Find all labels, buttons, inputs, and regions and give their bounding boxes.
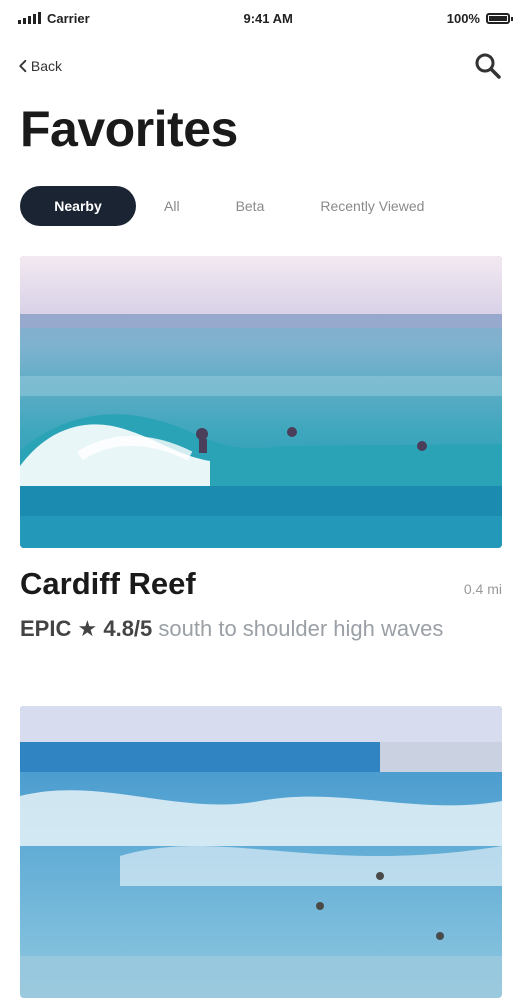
spot-distance: 0.4 mi (463, 581, 502, 597)
signal-icon (18, 12, 41, 24)
spot-photo[interactable] (20, 256, 502, 548)
filter-chip-recently-viewed[interactable]: Recently Viewed (292, 186, 452, 226)
chevron-left-icon (19, 59, 27, 73)
spot-score: 4.8/5 (103, 616, 153, 641)
battery-icon (485, 12, 513, 24)
battery-percent: 100% (446, 10, 480, 26)
battery-fill (488, 15, 507, 21)
back-button[interactable]: Back (18, 52, 62, 80)
top-nav: Back (0, 44, 528, 88)
status-bar: Carrier 9:41 AM 100% (0, 0, 528, 36)
status-right: 100% (446, 10, 513, 26)
spot-card[interactable] (20, 706, 502, 998)
spot-name[interactable]: Cardiff Reef (20, 566, 196, 602)
spot-card[interactable]: Cardiff Reef 0.4 mi EPIC ★ 4.8/5 south t… (20, 256, 502, 646)
filter-chip-beta[interactable]: Beta (208, 186, 293, 226)
surf-photo-image (20, 256, 502, 548)
search-icon (475, 53, 501, 79)
status-left: Carrier (18, 11, 90, 26)
filter-chip-all[interactable]: All (136, 186, 208, 226)
filter-chip-nearby[interactable]: Nearby (20, 186, 136, 226)
back-label: Back (30, 58, 62, 74)
spot-description: south to shoulder high waves (158, 616, 444, 641)
star-icon: ★ (77, 616, 98, 641)
spot-conditions: EPIC ★ 4.8/5 south to shoulder high wave… (20, 612, 502, 646)
filter-tabs: Nearby All Beta Recently Viewed (20, 184, 510, 228)
page-title: Favorites (20, 101, 238, 157)
spot-title-row: Cardiff Reef 0.4 mi (20, 566, 502, 602)
search-button[interactable] (472, 50, 504, 82)
carrier-label: Carrier (47, 10, 90, 26)
surf-photo-image (20, 706, 502, 998)
spot-photo[interactable] (20, 706, 502, 998)
spot-rating: EPIC (20, 616, 72, 641)
clock: 9:41 AM (243, 10, 293, 26)
